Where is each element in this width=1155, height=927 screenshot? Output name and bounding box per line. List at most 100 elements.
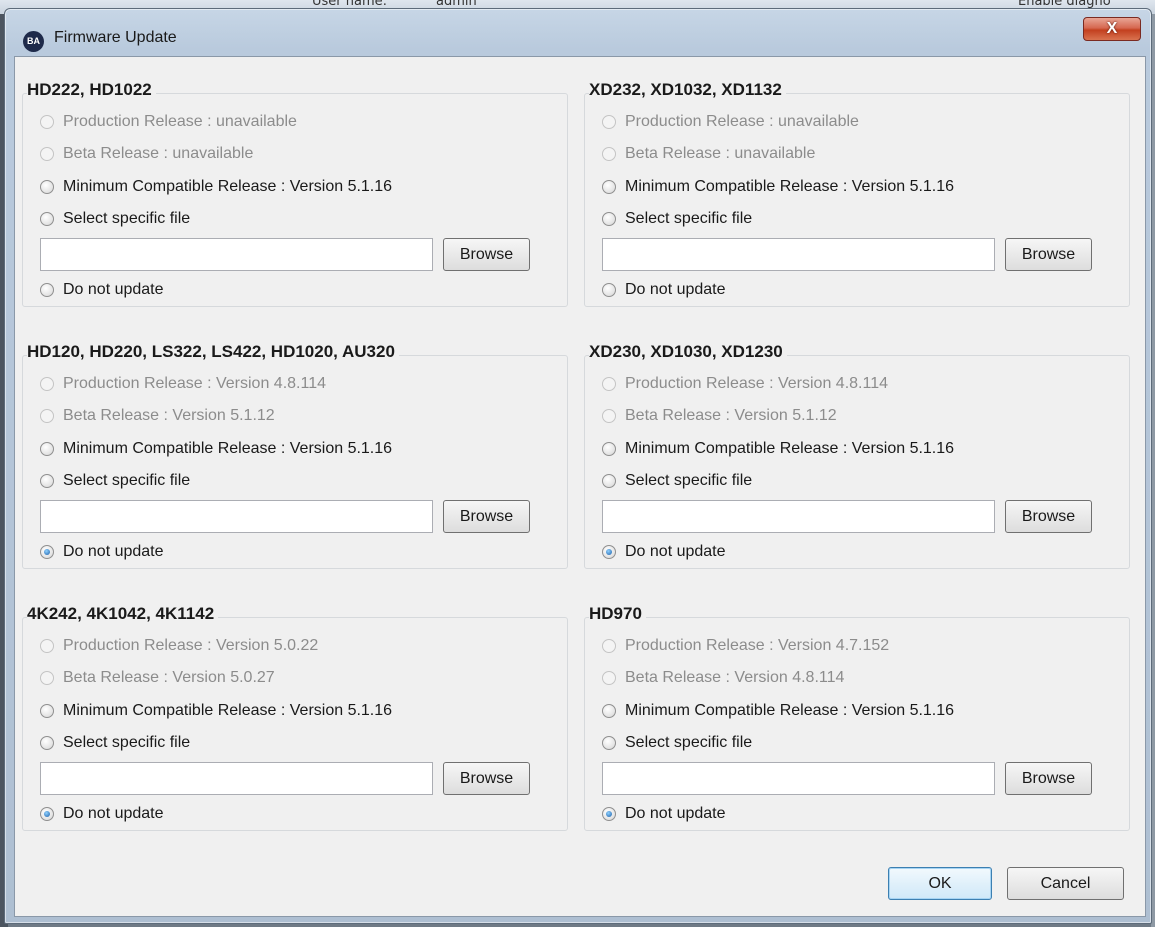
radio-option-label: Beta Release : unavailable: [63, 145, 254, 162]
radio-icon[interactable]: [602, 180, 616, 194]
radio-option-label: Select specific file: [625, 734, 753, 751]
radio-option: Beta Release : Version 5.1.12: [602, 405, 837, 427]
radio-option[interactable]: Minimum Compatible Release : Version 5.1…: [40, 438, 392, 460]
radio-option-label: Select specific file: [63, 210, 191, 227]
radio-icon: [602, 671, 616, 685]
radio-option: Beta Release : unavailable: [40, 143, 253, 165]
file-path-input[interactable]: [602, 238, 995, 271]
group-title: XD232, XD1032, XD1132: [589, 80, 786, 100]
radio-icon[interactable]: [40, 704, 54, 718]
group-title: HD970: [589, 604, 646, 624]
radio-icon[interactable]: [40, 736, 54, 750]
radio-icon[interactable]: [40, 545, 54, 559]
radio-icon[interactable]: [602, 283, 616, 297]
browse-button[interactable]: Browse: [443, 500, 530, 533]
radio-option-label: Select specific file: [63, 472, 191, 489]
radio-icon[interactable]: [602, 807, 616, 821]
browse-button[interactable]: Browse: [443, 238, 530, 271]
radio-icon[interactable]: [602, 212, 616, 226]
radio-option: Production Release : Version 4.8.114: [602, 373, 888, 395]
radio-option-label: Minimum Compatible Release : Version 5.1…: [63, 702, 393, 719]
radio-option-label: Production Release : Version 4.8.114: [63, 375, 326, 392]
radio-option-label: Production Release : Version 4.7.152: [625, 637, 890, 654]
radio-option: Production Release : unavailable: [602, 111, 859, 133]
radio-option-label: Select specific file: [625, 472, 753, 489]
radio-icon[interactable]: [602, 474, 616, 488]
do-not-update-option[interactable]: Do not update: [40, 279, 164, 301]
radio-option-label: Beta Release : Version 5.1.12: [63, 407, 275, 424]
title-bar[interactable]: BA Firmware Update X: [5, 9, 1151, 55]
radio-option: Beta Release : unavailable: [602, 143, 815, 165]
group-title: 4K242, 4K1042, 4K1142: [27, 604, 219, 624]
radio-icon[interactable]: [40, 807, 54, 821]
radio-icon[interactable]: [602, 736, 616, 750]
browse-button[interactable]: Browse: [443, 762, 530, 795]
browse-button[interactable]: Browse: [1005, 238, 1092, 271]
browse-button[interactable]: Browse: [1005, 500, 1092, 533]
radio-option-label: Minimum Compatible Release : Version 5.1…: [625, 702, 955, 719]
radio-icon[interactable]: [40, 283, 54, 297]
radio-option-label: Select specific file: [625, 210, 753, 227]
radio-icon: [40, 115, 54, 129]
cancel-button[interactable]: Cancel: [1007, 867, 1124, 900]
firmware-update-dialog: BA Firmware Update X HD222, HD1022 Produc…: [4, 8, 1152, 924]
file-path-input[interactable]: [40, 500, 433, 533]
radio-option[interactable]: Select specific file: [40, 470, 190, 492]
close-button[interactable]: X: [1083, 17, 1141, 41]
device-group: HD120, HD220, LS322, LS422, HD1020, AU32…: [22, 342, 568, 570]
do-not-update-label: Do not update: [625, 543, 726, 560]
radio-option[interactable]: Minimum Compatible Release : Version 5.1…: [602, 176, 954, 198]
radio-icon[interactable]: [40, 212, 54, 226]
radio-option-label: Minimum Compatible Release : Version 5.1…: [625, 440, 955, 457]
radio-option[interactable]: Select specific file: [602, 208, 752, 230]
file-path-input[interactable]: [602, 762, 995, 795]
file-path-input[interactable]: [40, 238, 433, 271]
window-title: Firmware Update: [54, 29, 177, 46]
do-not-update-option[interactable]: Do not update: [602, 279, 726, 301]
file-path-input[interactable]: [40, 762, 433, 795]
file-path-input[interactable]: [602, 500, 995, 533]
radio-option[interactable]: Minimum Compatible Release : Version 5.1…: [40, 176, 392, 198]
radio-option-label: Production Release : unavailable: [625, 113, 859, 130]
radio-icon[interactable]: [602, 545, 616, 559]
radio-option[interactable]: Select specific file: [602, 470, 752, 492]
do-not-update-option[interactable]: Do not update: [602, 541, 726, 563]
radio-option-label: Beta Release : Version 5.1.12: [625, 407, 837, 424]
radio-option: Production Release : Version 5.0.22: [40, 635, 318, 657]
ok-button[interactable]: OK: [888, 867, 992, 900]
radio-icon[interactable]: [40, 442, 54, 456]
group-title: HD120, HD220, LS322, LS422, HD1020, AU32…: [27, 342, 399, 362]
radio-option[interactable]: Minimum Compatible Release : Version 5.1…: [602, 438, 954, 460]
radio-option: Production Release : Version 4.8.114: [40, 373, 326, 395]
radio-option-label: Beta Release : Version 4.8.114: [625, 669, 845, 686]
radio-option-label: Production Release : unavailable: [63, 113, 297, 130]
device-group: XD230, XD1030, XD1230 Production Release …: [584, 342, 1130, 570]
device-group: HD970 Production Release : Version 4.7.15…: [584, 604, 1130, 832]
radio-icon[interactable]: [602, 704, 616, 718]
radio-option-label: Minimum Compatible Release : Version 5.1…: [63, 178, 393, 195]
radio-option-label: Beta Release : unavailable: [625, 145, 816, 162]
do-not-update-label: Do not update: [63, 281, 164, 298]
radio-option: Production Release : unavailable: [40, 111, 297, 133]
radio-option-label: Production Release : Version 5.0.22: [63, 637, 319, 654]
group-title: HD222, HD1022: [27, 80, 156, 100]
radio-option[interactable]: Select specific file: [40, 732, 190, 754]
radio-option[interactable]: Select specific file: [40, 208, 190, 230]
radio-option[interactable]: Select specific file: [602, 732, 752, 754]
radio-icon: [602, 639, 616, 653]
browse-button[interactable]: Browse: [1005, 762, 1092, 795]
device-group: 4K242, 4K1042, 4K1142 Production Release …: [22, 604, 568, 832]
group-title: XD230, XD1030, XD1230: [589, 342, 787, 362]
do-not-update-option[interactable]: Do not update: [40, 803, 164, 825]
radio-icon[interactable]: [602, 442, 616, 456]
radio-option-label: Production Release : Version 4.8.114: [625, 375, 888, 392]
radio-icon[interactable]: [40, 474, 54, 488]
radio-icon[interactable]: [40, 180, 54, 194]
do-not-update-option[interactable]: Do not update: [602, 803, 726, 825]
radio-option: Beta Release : Version 5.1.12: [40, 405, 275, 427]
radio-option[interactable]: Minimum Compatible Release : Version 5.1…: [602, 700, 954, 722]
radio-option[interactable]: Minimum Compatible Release : Version 5.1…: [40, 700, 392, 722]
dialog-content: HD222, HD1022 Production Release : unavai…: [14, 56, 1146, 917]
do-not-update-option[interactable]: Do not update: [40, 541, 164, 563]
radio-icon: [40, 409, 54, 423]
